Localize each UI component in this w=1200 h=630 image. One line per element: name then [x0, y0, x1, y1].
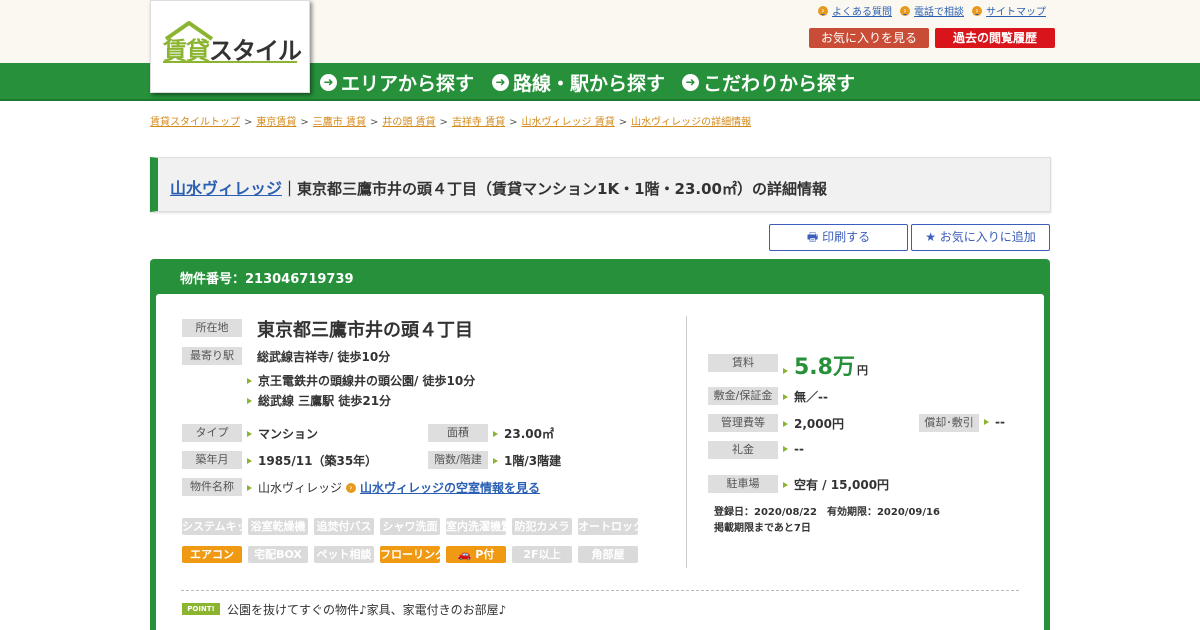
feature-tag: ペット相談 — [314, 546, 374, 563]
triangle-icon — [783, 446, 788, 452]
feature-tag-active: 🚗 P付 — [446, 546, 506, 563]
name-value: 山水ヴィレッジ › 山水ヴィレッジの空室情報を見る — [247, 479, 540, 496]
area-label: 面積 — [428, 424, 488, 442]
feature-tag: 2F以上 — [512, 546, 572, 563]
property-panel: 物件番号：213046719739 所在地 東京都三鷹市井の頭４丁目 最寄り駅 … — [150, 259, 1050, 630]
registration-info: 登録日：2020/08/22 有効期限：2020/09/16 — [714, 507, 940, 518]
built-value: 1985/11（築35年） — [247, 452, 377, 469]
property-details: 所在地 東京都三鷹市井の頭４丁目 最寄り駅 総武線吉祥寺/ 徒歩10分 京王電鉄… — [156, 294, 1044, 630]
nav-search-by-feature[interactable]: ➜ こだわりから探す — [682, 69, 855, 96]
property-name-link[interactable]: 山水ヴィレッジ — [170, 179, 282, 198]
triangle-icon — [783, 393, 788, 400]
breadcrumb-link[interactable]: 三鷹市 賃貸 — [313, 117, 366, 128]
station-label: 最寄り駅 — [182, 347, 242, 365]
triangle-icon — [783, 368, 788, 374]
arrow-right-icon: ➜ — [682, 74, 699, 91]
feature-tag: 室内洗濯機置場 — [446, 518, 506, 535]
column-divider — [686, 316, 687, 568]
deposit-value: 無／-- — [783, 388, 828, 405]
utility-links: › よくある質問 › 電話で相談 › サイトマップ — [818, 3, 1046, 18]
phone-consult-link[interactable]: › 電話で相談 — [900, 3, 964, 18]
station-value: 京王電鉄井の頭線井の頭公園/ 徒歩10分 — [247, 372, 475, 389]
triangle-icon — [247, 430, 252, 437]
depreciation-value: -- — [984, 415, 1005, 429]
feature-tag: オートロック — [578, 518, 638, 535]
breadcrumb-link[interactable]: 山水ヴィレッジ 賃貸 — [522, 117, 615, 128]
station-value: 総武線吉祥寺/ 徒歩10分 — [257, 350, 391, 364]
name-label: 物件名称 — [182, 478, 242, 496]
triangle-icon — [783, 481, 788, 488]
vacancy-info-link[interactable]: 山水ヴィレッジの空室情報を見る — [360, 479, 540, 496]
arrow-circle-icon: › — [900, 5, 910, 16]
feature-tag-active: フローリング — [380, 546, 440, 563]
printer-icon: 🖶 — [806, 230, 819, 244]
triangle-icon — [783, 420, 788, 427]
dashed-divider — [181, 590, 1019, 591]
view-favorites-button[interactable]: お気に入りを見る — [809, 28, 929, 48]
rent-label: 賃料 — [708, 354, 778, 372]
built-label: 築年月 — [182, 451, 242, 469]
arrow-circle-icon: › — [346, 482, 357, 493]
triangle-icon — [493, 457, 498, 464]
arrow-right-icon: ➜ — [320, 74, 337, 91]
breadcrumb: 賃貸スタイルトップ > 東京賃貸 > 三鷹市 賃貸 > 井の頭 賃貸 > 吉祥寺 賃貸 > 山水ヴィ… — [150, 117, 752, 128]
point-text: 公園を抜けてすぐの物件♪家具、家電付きのお部屋♪ — [227, 603, 507, 617]
listing-remaining: 掲載期限まであと7日 — [714, 523, 811, 534]
triangle-icon — [247, 397, 252, 404]
browsing-history-button[interactable]: 過去の閲覧履歴 — [935, 28, 1055, 48]
breadcrumb-link[interactable]: 井の頭 賃貸 — [382, 117, 435, 128]
property-number: 物件番号：213046719739 — [180, 272, 354, 287]
breadcrumb-link[interactable]: 賃貸スタイルトップ — [150, 117, 240, 128]
print-button[interactable]: 🖶 印刷する — [769, 224, 908, 251]
site-logo[interactable]: 賃貸スタイル — [150, 0, 310, 93]
feature-tag: 浴室乾燥機 — [248, 518, 308, 535]
key-money-label: 礼金 — [708, 441, 778, 459]
arrow-circle-icon: › — [818, 5, 828, 16]
parking-label: 駐車場 — [708, 475, 778, 493]
triangle-icon — [247, 457, 252, 464]
triangle-icon — [493, 430, 498, 437]
breadcrumb-link[interactable]: 吉祥寺 賃貸 — [452, 117, 505, 128]
breadcrumb-current[interactable]: 山水ヴィレッジの詳細情報 — [631, 117, 751, 128]
address-label: 所在地 — [182, 319, 242, 337]
type-value: マンション — [247, 425, 318, 442]
arrow-circle-icon: › — [972, 5, 982, 16]
station-value: 総武線 三鷹駅 徒歩21分 — [247, 392, 391, 409]
deposit-label: 敷金/保証金 — [708, 387, 778, 405]
feature-tag: シャワ洗面 — [380, 518, 440, 535]
star-icon: ★ — [925, 230, 936, 244]
feature-tag-active: エアコン — [182, 546, 242, 563]
floor-label: 階数/階建 — [428, 451, 488, 469]
feature-tag: システムキッチン — [182, 518, 242, 535]
depreciation-label: 償却･敷引 — [919, 414, 979, 432]
breadcrumb-link[interactable]: 東京賃貸 — [256, 117, 296, 128]
feature-tag: 追焚付バス — [314, 518, 374, 535]
address-value: 東京都三鷹市井の頭４丁目 — [257, 320, 473, 341]
rent-value: 5.8万円 — [783, 349, 868, 381]
sitemap-link[interactable]: › サイトマップ — [972, 3, 1046, 18]
parking-value: 空有 / 15,000円 — [783, 476, 889, 493]
nav-search-by-line[interactable]: ➜ 路線・駅から探す — [492, 69, 665, 96]
management-fee-value: 2,000円 — [783, 415, 844, 432]
triangle-icon — [247, 484, 252, 491]
management-fee-label: 管理費等 — [708, 414, 778, 432]
point-badge: POINT! — [182, 603, 220, 615]
type-label: タイプ — [182, 424, 242, 442]
add-favorite-button[interactable]: ★ お気に入りに追加 — [911, 224, 1050, 251]
page-title-box: 山水ヴィレッジ｜東京都三鷹市井の頭４丁目（賃貸マンション1K・1階・23.00㎡… — [150, 157, 1051, 212]
faq-link[interactable]: › よくある質問 — [818, 3, 892, 18]
floor-value: 1階/3階建 — [493, 452, 561, 469]
feature-tag: 角部屋 — [578, 546, 638, 563]
nav-search-by-area[interactable]: ➜ エリアから探す — [320, 69, 474, 96]
feature-tag: 宅配BOX — [248, 546, 308, 563]
area-value: 23.00㎡ — [493, 425, 554, 442]
arrow-right-icon: ➜ — [492, 74, 509, 91]
page-title: 山水ヴィレッジ｜東京都三鷹市井の頭４丁目（賃貸マンション1K・1階・23.00㎡… — [170, 179, 827, 198]
car-icon: 🚗 — [457, 548, 472, 561]
triangle-icon — [984, 419, 989, 425]
logo-underline — [163, 61, 297, 63]
key-money-value: -- — [783, 442, 804, 456]
triangle-icon — [247, 377, 252, 384]
feature-tag: 防犯カメラ — [512, 518, 572, 535]
